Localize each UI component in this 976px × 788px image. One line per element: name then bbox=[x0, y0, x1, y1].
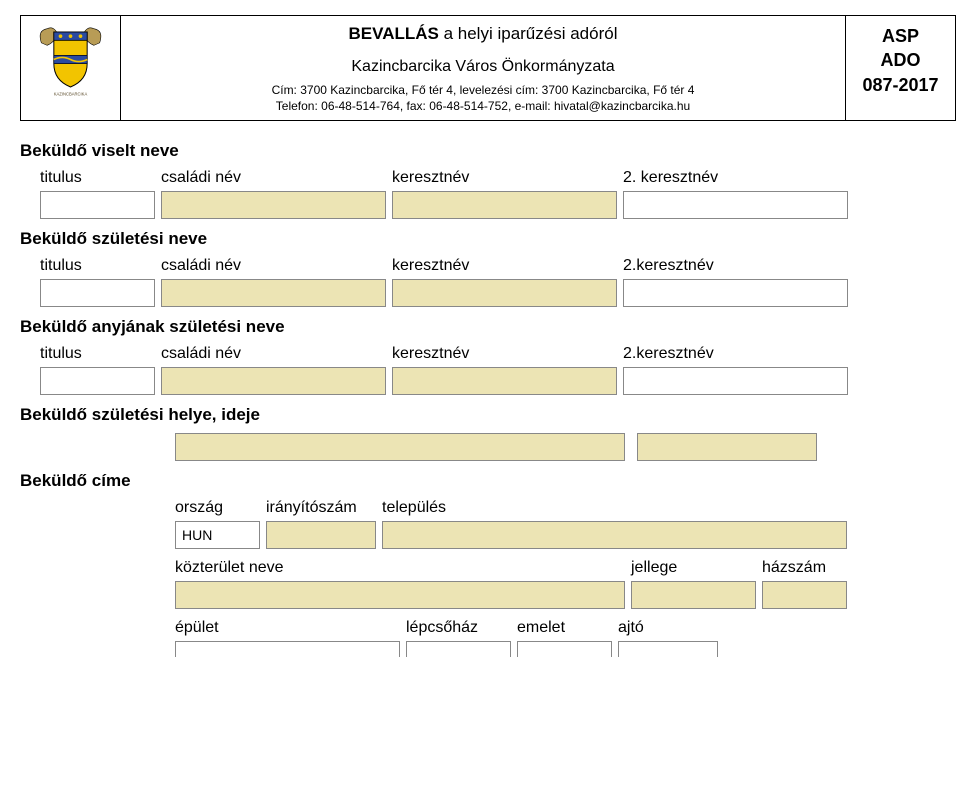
input-viselt-kereszt[interactable] bbox=[392, 191, 617, 219]
label-kereszt2: 2.keresztnév bbox=[623, 257, 848, 275]
row-fields bbox=[175, 641, 956, 657]
input-lepcsohaz[interactable] bbox=[406, 641, 511, 657]
row-labels: épület lépcsőház emelet ajtó bbox=[175, 619, 956, 637]
coat-of-arms-icon: KAZINCBARCIKA bbox=[28, 22, 113, 97]
form-code: ASP ADO 087-2017 bbox=[845, 16, 955, 120]
input-telepules[interactable] bbox=[382, 521, 847, 549]
label-kereszt2: 2.keresztnév bbox=[623, 345, 848, 363]
form-header: KAZINCBARCIKA BEVALLÁS a helyi iparűzési… bbox=[20, 15, 956, 121]
title-cell: BEVALLÁS a helyi iparűzési adóról Kazinc… bbox=[121, 16, 845, 120]
row-labels: titulus családi név keresztnév 2.kereszt… bbox=[20, 345, 956, 363]
label-kereszt: keresztnév bbox=[392, 257, 617, 275]
input-anyja-titulus[interactable] bbox=[40, 367, 155, 395]
input-szul-csaladi[interactable] bbox=[161, 279, 386, 307]
label-kereszt2: 2. keresztnév bbox=[623, 169, 848, 187]
row-labels: titulus családi név keresztnév 2.kereszt… bbox=[20, 257, 956, 275]
organization-name: Kazincbarcika Város Önkormányzata bbox=[131, 58, 835, 76]
input-kozterulet[interactable] bbox=[175, 581, 625, 609]
label-titulus: titulus bbox=[40, 345, 155, 363]
section-heading-viselt: Beküldő viselt neve bbox=[20, 141, 956, 161]
label-titulus: titulus bbox=[40, 169, 155, 187]
row-labels: közterület neve jellege házszám bbox=[175, 559, 956, 577]
section-heading-szulhely: Beküldő születési helye, ideje bbox=[20, 405, 956, 425]
form-title: BEVALLÁS a helyi iparűzési adóról bbox=[131, 24, 835, 44]
input-irsz[interactable] bbox=[266, 521, 376, 549]
input-hazszam[interactable] bbox=[762, 581, 847, 609]
input-ajto[interactable] bbox=[618, 641, 718, 657]
input-viselt-kereszt2[interactable] bbox=[623, 191, 848, 219]
section-heading-szuletesi: Beküldő születési neve bbox=[20, 229, 956, 249]
row-fields bbox=[175, 581, 956, 609]
input-szul-ido[interactable] bbox=[637, 433, 817, 461]
label-telepules: település bbox=[382, 499, 847, 517]
input-emelet[interactable] bbox=[517, 641, 612, 657]
input-anyja-kereszt2[interactable] bbox=[623, 367, 848, 395]
row-fields bbox=[20, 433, 956, 461]
row-fields bbox=[175, 521, 956, 549]
org-address: Cím: 3700 Kazincbarcika, Fő tér 4, level… bbox=[131, 82, 835, 114]
label-epulet: épület bbox=[175, 619, 400, 637]
svg-text:KAZINCBARCIKA: KAZINCBARCIKA bbox=[54, 91, 88, 96]
input-orszag[interactable] bbox=[175, 521, 260, 549]
input-anyja-csaladi[interactable] bbox=[161, 367, 386, 395]
row-labels: titulus családi név keresztnév 2. keresz… bbox=[20, 169, 956, 187]
label-csaladi: családi név bbox=[161, 345, 386, 363]
label-titulus: titulus bbox=[40, 257, 155, 275]
input-szul-kereszt[interactable] bbox=[392, 279, 617, 307]
input-szul-hely[interactable] bbox=[175, 433, 625, 461]
input-anyja-kereszt[interactable] bbox=[392, 367, 617, 395]
row-fields bbox=[20, 279, 956, 307]
label-kereszt: keresztnév bbox=[392, 345, 617, 363]
input-jellege[interactable] bbox=[631, 581, 756, 609]
section-heading-anyja: Beküldő anyjának születési neve bbox=[20, 317, 956, 337]
input-viselt-titulus[interactable] bbox=[40, 191, 155, 219]
row-fields bbox=[20, 367, 956, 395]
label-kereszt: keresztnév bbox=[392, 169, 617, 187]
section-heading-cime: Beküldő címe bbox=[20, 471, 956, 491]
label-kozterulet: közterület neve bbox=[175, 559, 625, 577]
input-viselt-csaladi[interactable] bbox=[161, 191, 386, 219]
label-csaladi: családi név bbox=[161, 169, 386, 187]
row-fields bbox=[20, 191, 956, 219]
label-ajto: ajtó bbox=[618, 619, 718, 637]
label-csaladi: családi név bbox=[161, 257, 386, 275]
row-labels: ország irányítószám település bbox=[175, 499, 956, 517]
label-orszag: ország bbox=[175, 499, 260, 517]
label-lepcsohaz: lépcsőház bbox=[406, 619, 511, 637]
input-szul-titulus[interactable] bbox=[40, 279, 155, 307]
input-epulet[interactable] bbox=[175, 641, 400, 657]
label-irsz: irányítószám bbox=[266, 499, 376, 517]
label-hazszam: házszám bbox=[762, 559, 847, 577]
crest-cell: KAZINCBARCIKA bbox=[21, 16, 121, 120]
label-jellege: jellege bbox=[631, 559, 756, 577]
label-emelet: emelet bbox=[517, 619, 612, 637]
input-szul-kereszt2[interactable] bbox=[623, 279, 848, 307]
